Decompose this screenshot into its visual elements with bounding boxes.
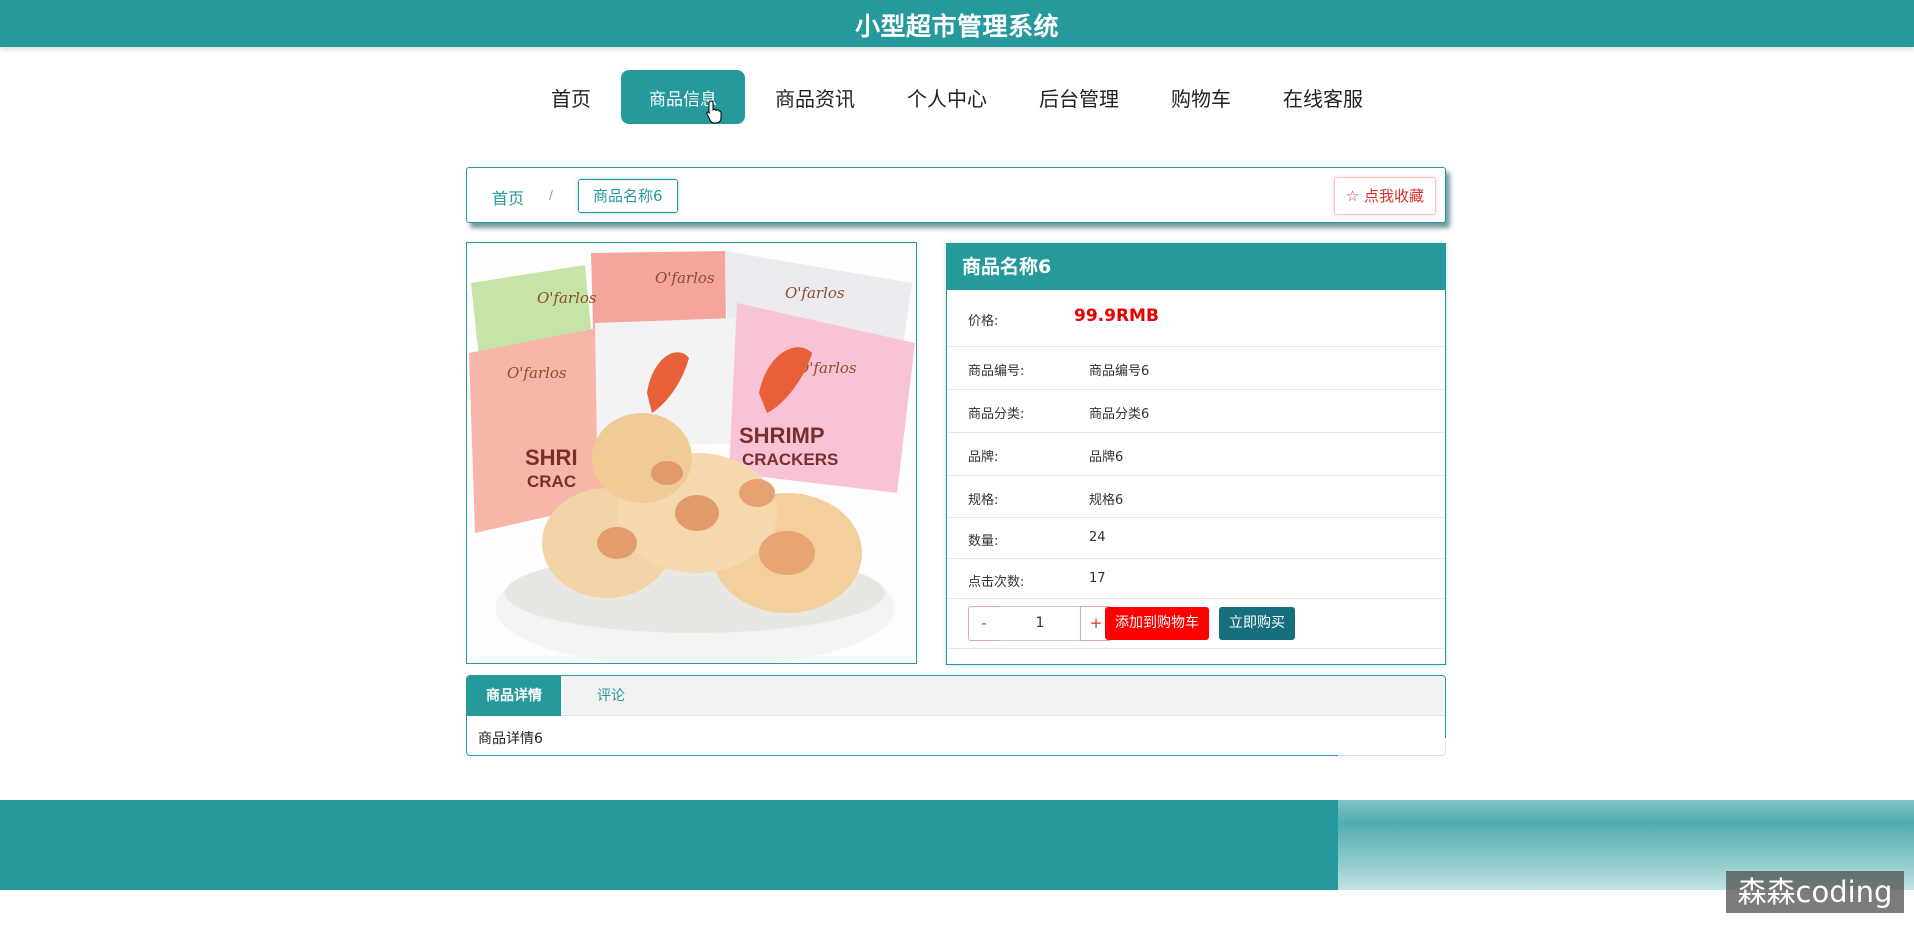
info-label: 品牌: bbox=[968, 450, 999, 465]
breadcrumb: 首页 / 商品名称6 ☆ 点我收藏 bbox=[466, 167, 1446, 223]
info-row-product-code: 商品编号: 商品编号6 bbox=[947, 347, 1445, 390]
watermark: 森森coding bbox=[1726, 871, 1904, 913]
info-row-clicks: 点击次数: 17 bbox=[947, 559, 1445, 599]
svg-text:O'farlos: O'farlos bbox=[655, 269, 715, 287]
svg-text:SHRIMP: SHRIMP bbox=[739, 423, 825, 448]
star-outline-icon: ☆ bbox=[1345, 187, 1360, 205]
price-value: 99.9RMB bbox=[1074, 306, 1159, 326]
nav-item-product-info[interactable]: 商品信息 bbox=[621, 70, 745, 124]
quantity-input[interactable]: 1 bbox=[999, 606, 1081, 641]
svg-text:SHRI: SHRI bbox=[525, 445, 578, 470]
svg-text:O'farlos: O'farlos bbox=[507, 364, 567, 382]
favorite-button[interactable]: ☆ 点我收藏 bbox=[1333, 177, 1436, 215]
breadcrumb-current: 商品名称6 bbox=[578, 179, 678, 213]
info-label: 商品编号: bbox=[968, 364, 1025, 379]
info-value: 品牌6 bbox=[1089, 450, 1124, 465]
add-to-cart-button[interactable]: 添加到购物车 bbox=[1105, 607, 1209, 640]
nav-item-home[interactable]: 首页 bbox=[525, 70, 617, 124]
info-row-category: 商品分类: 商品分类6 bbox=[947, 390, 1445, 433]
breadcrumb-separator: / bbox=[549, 188, 554, 202]
tab-bar: 商品详情 评论 bbox=[467, 676, 1445, 716]
svg-text:CRAC: CRAC bbox=[527, 472, 576, 491]
info-value: 规格6 bbox=[1089, 493, 1124, 508]
nav-item-product-news[interactable]: 商品资讯 bbox=[749, 70, 881, 124]
nav-item-admin[interactable]: 后台管理 bbox=[1013, 70, 1145, 124]
product-title: 商品名称6 bbox=[947, 244, 1445, 290]
nav-item-customer-service[interactable]: 在线客服 bbox=[1257, 70, 1389, 124]
info-label: 商品分类: bbox=[968, 407, 1025, 422]
buy-now-button[interactable]: 立即购买 bbox=[1219, 607, 1295, 640]
hand-cursor-icon bbox=[706, 100, 722, 124]
tab-product-detail[interactable]: 商品详情 bbox=[467, 676, 561, 716]
detail-tabs: 商品详情 评论 商品详情6 bbox=[466, 675, 1446, 756]
info-value: 24 bbox=[1089, 530, 1106, 545]
purchase-actions: - 1 + 添加到购物车 立即购买 bbox=[947, 599, 1445, 649]
tab-comments[interactable]: 评论 bbox=[597, 676, 625, 716]
tab-content: 商品详情6 bbox=[478, 731, 543, 747]
price-label: 价格: bbox=[968, 314, 999, 329]
top-header: 小型超市管理系统 bbox=[0, 0, 1914, 47]
nav-item-cart[interactable]: 购物车 bbox=[1145, 70, 1257, 124]
svg-text:CRACKERS: CRACKERS bbox=[742, 450, 838, 469]
info-label: 规格: bbox=[968, 493, 999, 508]
svg-text:O'farlos: O'farlos bbox=[785, 284, 845, 302]
svg-text:O'farlos: O'farlos bbox=[537, 289, 597, 307]
product-photo: O'farlos O'farlos O'farlos O'farlos O'fa… bbox=[467, 243, 916, 663]
breadcrumb-home-link[interactable]: 首页 bbox=[492, 185, 524, 209]
info-row-quantity: 数量: 24 bbox=[947, 518, 1445, 559]
main-nav: 首页 商品信息 商品资讯 个人中心 后台管理 购物车 在线客服 bbox=[0, 70, 1914, 124]
info-value: 商品编号6 bbox=[1089, 364, 1150, 379]
product-info-panel: 商品名称6 价格: 99.9RMB 商品编号: 商品编号6 商品分类: 商品分类… bbox=[946, 243, 1446, 665]
info-row-spec: 规格: 规格6 bbox=[947, 476, 1445, 518]
favorite-button-label: 点我收藏 bbox=[1363, 187, 1424, 205]
info-value: 17 bbox=[1089, 571, 1106, 586]
product-image: O'farlos O'farlos O'farlos O'farlos O'fa… bbox=[466, 242, 917, 664]
info-row-brand: 品牌: 品牌6 bbox=[947, 433, 1445, 476]
site-title: 小型超市管理系统 bbox=[854, 12, 1059, 41]
info-label: 数量: bbox=[968, 534, 999, 549]
info-value: 商品分类6 bbox=[1089, 407, 1150, 422]
price-row: 价格: 99.9RMB bbox=[947, 290, 1445, 347]
nav-item-personal-center[interactable]: 个人中心 bbox=[881, 70, 1013, 124]
info-label: 点击次数: bbox=[968, 575, 1025, 590]
quantity-decrease-button[interactable]: - bbox=[968, 606, 1000, 641]
